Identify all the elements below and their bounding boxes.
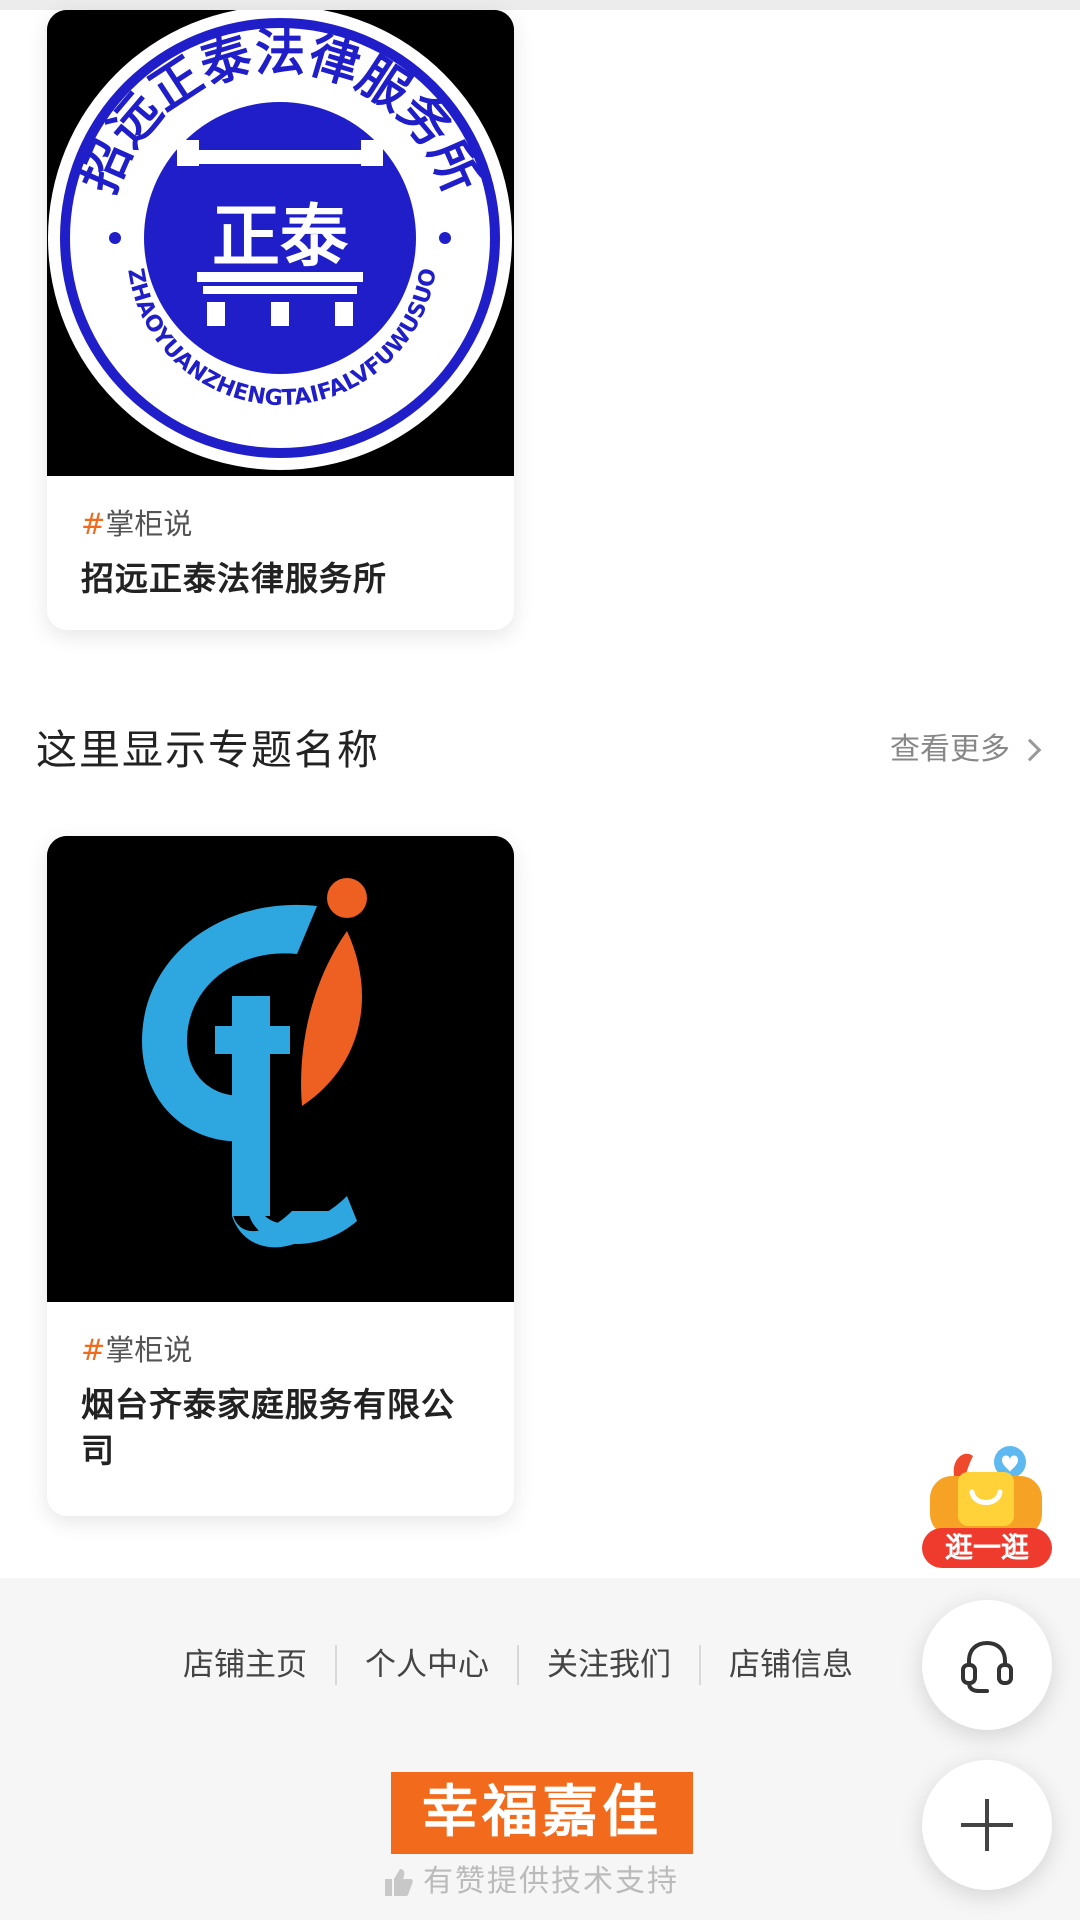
footer-link-personal-center[interactable]: 个人中心 <box>337 1640 517 1690</box>
tag-hash: # <box>81 1333 106 1367</box>
zhengtai-seal-logo: 招远正泰法律服务所 ZHAOYUANZHENGTAIFALVFUWUSUO 正泰 <box>47 10 514 476</box>
shop-card-zhengtai[interactable]: 招远正泰法律服务所 ZHAOYUANZHENGTAIFALVFUWUSUO 正泰… <box>47 10 514 630</box>
footer-link-shop-home[interactable]: 店铺主页 <box>155 1640 335 1690</box>
plus-button[interactable] <box>922 1760 1052 1890</box>
card-title: 招远正泰法律服务所 <box>81 559 387 598</box>
see-more-label: 查看更多 <box>890 732 1010 767</box>
card-image <box>47 836 514 1302</box>
thumbs-up-icon <box>385 1869 413 1896</box>
card-tag: #掌柜说 <box>81 506 480 542</box>
section-header: 这里显示专题名称 查看更多 <box>36 720 1046 780</box>
support-text: 有赞提供技术支持 <box>423 1864 679 1899</box>
brand-logo[interactable]: 幸福嘉佳 <box>391 1772 693 1854</box>
see-more-link[interactable]: 查看更多 <box>890 730 1046 770</box>
tag-label: 掌柜说 <box>105 507 193 541</box>
section-title: 这里显示专题名称 <box>36 726 380 774</box>
card-tag: #掌柜说 <box>81 1332 480 1368</box>
chevron-right-icon <box>1018 738 1042 762</box>
footer-link-shop-info[interactable]: 店铺信息 <box>701 1640 881 1690</box>
card-title: 烟台齐泰家庭服务有限公司 <box>81 1385 455 1470</box>
headset-icon <box>961 1640 1013 1693</box>
stroll-label: 逛一逛 <box>922 1528 1052 1568</box>
seal-center-text: 正泰 <box>212 198 349 277</box>
footer-link-follow-us[interactable]: 关注我们 <box>519 1640 699 1690</box>
shopping-bag-icon <box>930 1446 1042 1536</box>
stroll-button[interactable]: 逛一逛 <box>918 1442 1054 1572</box>
tech-support[interactable]: 有赞提供技术支持 <box>385 1862 679 1902</box>
tag-label: 掌柜说 <box>105 1333 193 1367</box>
qitai-logo <box>47 836 514 1302</box>
card-image: 招远正泰法律服务所 ZHAOYUANZHENGTAIFALVFUWUSUO 正泰 <box>47 10 514 476</box>
customer-service-button[interactable] <box>922 1600 1052 1730</box>
tag-hash: # <box>81 507 106 541</box>
footer-nav: 店铺主页 个人中心 关注我们 店铺信息 <box>155 1640 881 1690</box>
plus-icon <box>961 1799 1013 1851</box>
shop-card-qitai[interactable]: #掌柜说 烟台齐泰家庭服务有限公司 <box>47 836 514 1516</box>
top-strip <box>0 0 1080 10</box>
